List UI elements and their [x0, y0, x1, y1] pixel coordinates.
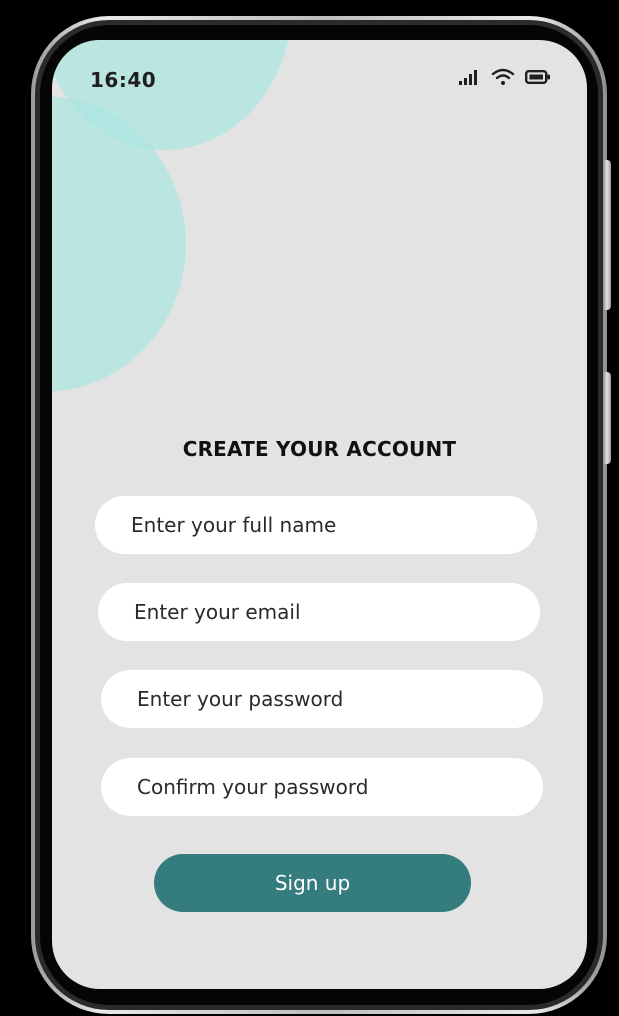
confirm-password-field[interactable] — [101, 758, 543, 816]
full-name-input[interactable] — [129, 512, 537, 538]
page-title: CREATE YOUR ACCOUNT — [182, 437, 457, 461]
battery-icon — [525, 69, 551, 85]
status-time: 16:40 — [90, 68, 157, 92]
phone-screen: 16:40 CREATE YOUR ACCOUNT Enter your ful… — [52, 40, 587, 989]
phone-mockup: 16:40 CREATE YOUR ACCOUNT Enter your ful… — [0, 0, 619, 1016]
confirm-password-input[interactable] — [135, 774, 543, 800]
status-icons — [459, 68, 551, 86]
full-name-field[interactable] — [95, 496, 537, 554]
wifi-icon — [491, 68, 515, 86]
email-input[interactable] — [132, 599, 540, 625]
phone-side-button — [603, 372, 611, 464]
phone-side-button — [603, 160, 611, 310]
signal-icon — [459, 68, 481, 86]
password-input[interactable] — [135, 686, 543, 712]
password-field[interactable] — [101, 670, 543, 728]
email-field[interactable] — [98, 583, 540, 641]
sign-up-button[interactable]: Sign up — [154, 854, 471, 912]
